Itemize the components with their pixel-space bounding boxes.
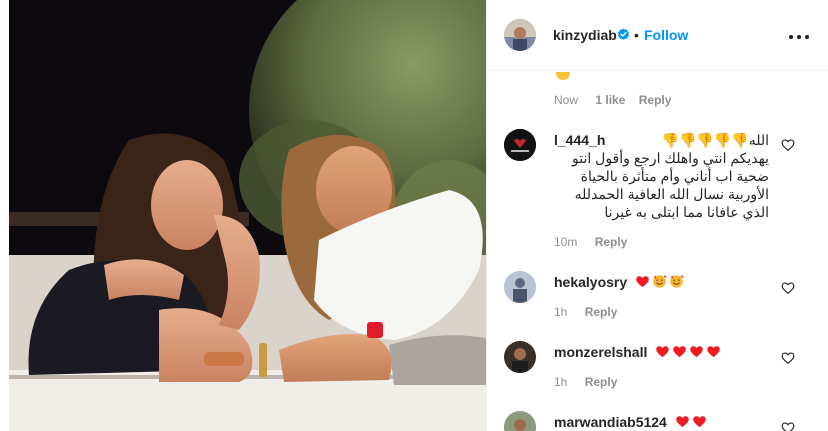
photo-illustration [9,0,486,431]
comment-text-line: الأوربية نسال الله العافية الحمدلله [574,186,769,202]
more-options-icon[interactable] [787,26,811,46]
commenter-avatar[interactable] [504,341,536,373]
heart-outline-icon[interactable] [781,421,795,431]
heart-outline-icon[interactable] [781,138,795,152]
reply-button[interactable]: Reply [639,93,672,107]
smiling-face-with-hearts-emoji [670,275,684,288]
comment-emojis [635,274,684,289]
author-avatar-image [504,19,536,51]
instagram-post-view: kinzydiab • Follow Now 1 like Reply l_44… [0,0,828,431]
comments-list[interactable]: Now 1 like Reply l_444_h الله👎👎👎👎👎 يهديك… [487,72,828,431]
comment-meta: 1h Reply [554,375,617,389]
comment-header: monzerelshall [554,343,721,361]
left-gutter [0,0,9,431]
verified-badge-icon [617,28,630,40]
comment-time: 1h [554,305,568,319]
comment-text-line: الله👎👎👎👎👎 [661,132,769,148]
comment-meta: 10m Reply [554,235,627,249]
comment-meta: 1h Reply [554,305,617,319]
commenter-avatar-image [504,411,536,431]
previous-comment-meta: Now 1 like Reply [554,93,671,107]
commenter-avatar[interactable] [504,271,536,303]
follow-button[interactable]: Follow [644,27,688,43]
comment-header: hekalyosry [554,273,684,291]
red-heart-emoji [656,346,670,358]
heart-outline-icon[interactable] [781,351,795,365]
comment-emojis [655,344,721,359]
red-heart-emoji [675,416,689,428]
commenter-avatar[interactable] [504,129,536,161]
red-heart-emoji [707,346,721,358]
comment-username[interactable]: marwandiab5124 [554,414,667,430]
post-photo[interactable] [9,0,486,431]
smiling-face-with-hearts-emoji [653,275,667,288]
previous-comment-emoji [556,72,570,80]
red-heart-emoji [690,346,704,358]
red-heart-emoji [673,346,687,358]
comment-text-line: الذي عافانا مما ابتلى به غيرنا [604,204,769,220]
comment-header: marwandiab5124 [554,413,707,431]
author-avatar[interactable] [504,19,536,51]
commenter-avatar-image [504,129,536,161]
comment-time: Now [554,93,579,107]
comment-time: 10m [554,235,578,249]
comment-likes-count[interactable]: 1 like [595,93,625,107]
comment-text: الله👎👎👎👎👎 يهديكم انتي واهلك ارجع وأقول ا… [554,131,769,221]
comment-time: 1h [554,375,568,389]
commenter-avatar-image [504,271,536,303]
red-heart-emoji [636,276,649,288]
reply-button[interactable]: Reply [585,305,618,319]
comment-emojis [675,414,707,429]
comment-username[interactable]: monzerelshall [554,344,647,360]
author-username[interactable]: kinzydiab [553,27,617,43]
post-header: kinzydiab • Follow [487,0,828,71]
header-separator-dot: • [634,27,639,43]
reply-button[interactable]: Reply [585,375,618,389]
heart-outline-icon[interactable] [781,281,795,295]
comment-text-line: يهديكم انتي واهلك ارجع وأقول انتو [572,150,769,166]
commenter-avatar[interactable] [504,411,536,431]
reply-button[interactable]: Reply [595,235,628,249]
red-heart-emoji [692,416,706,428]
post-side-panel: kinzydiab • Follow Now 1 like Reply l_44… [486,0,828,431]
comment-text-line: ضحية اب أناني وأم متأثرة بالحياة [580,168,769,184]
commenter-avatar-image [504,341,536,373]
comment-username[interactable]: hekalyosry [554,274,627,290]
